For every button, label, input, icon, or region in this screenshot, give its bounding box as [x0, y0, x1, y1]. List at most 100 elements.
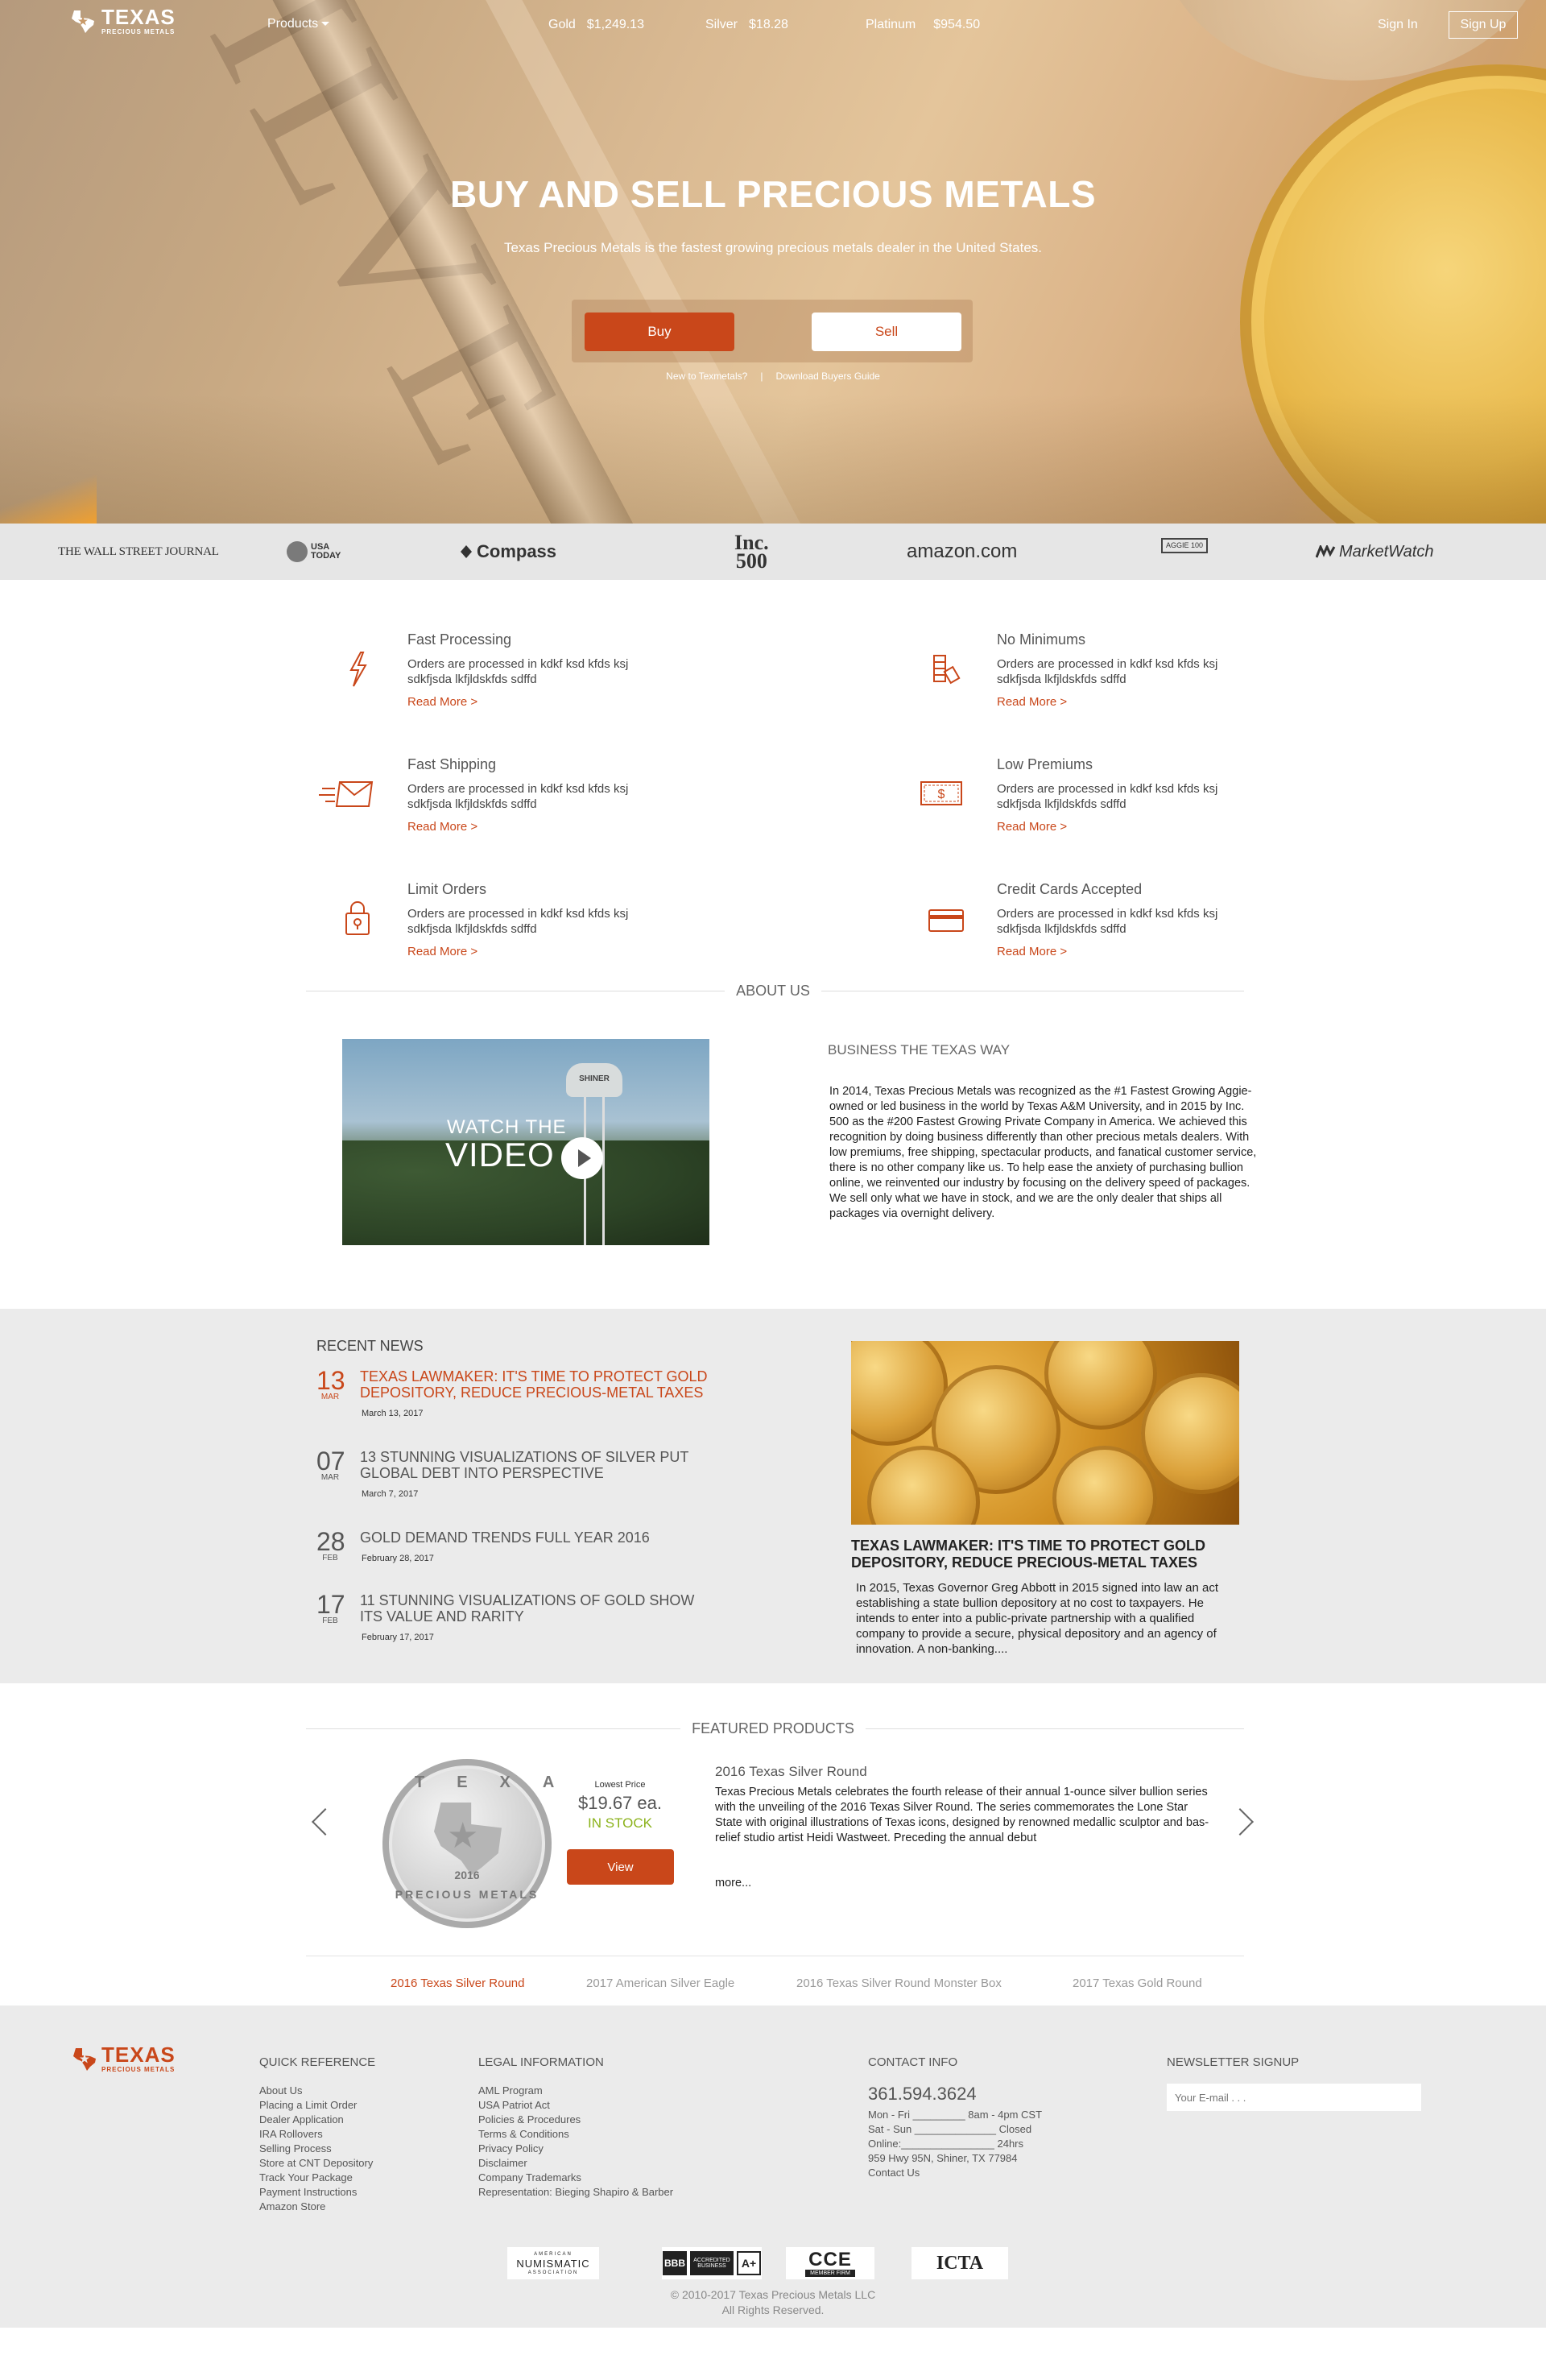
footer-link[interactable]: Terms & Conditions: [478, 2127, 673, 2142]
feature-fast-processing: Fast Processing Orders are processed in …: [349, 631, 730, 710]
section-title: ABOUT US: [725, 983, 821, 999]
news-month: MAR: [320, 1393, 340, 1401]
footer-link[interactable]: Privacy Policy: [478, 2142, 673, 2156]
copyright-line: All Rights Reserved.: [721, 2303, 825, 2316]
feature-read-more-link[interactable]: Read More >: [997, 820, 1067, 834]
feature-text: Orders are processed in kdkf ksd kfds ks…: [997, 907, 1218, 936]
news-featured-image[interactable]: [851, 1341, 1239, 1525]
about-title: BUSINESS THE TEXAS WAY: [828, 1042, 1011, 1058]
footer-link[interactable]: Track Your Package: [259, 2171, 375, 2185]
footer-link[interactable]: Payment Instructions: [259, 2185, 375, 2200]
products-menu-label: Products: [267, 17, 319, 31]
dollar-bill-icon: $: [915, 769, 971, 817]
news-month: FEB: [322, 1616, 338, 1625]
recent-news-section: RECENT NEWS 13 MAR TEXAS LAWMAKER: IT'S …: [0, 1309, 1546, 1683]
ana-badge-main: NUMISMATIC: [516, 2257, 590, 2270]
feature-low-premiums: $ Low Premiums Orders are processed in k…: [920, 756, 1319, 834]
product-tab[interactable]: 2017 Texas Gold Round: [1073, 1976, 1202, 1990]
product-tab[interactable]: 2016 Texas Silver Round: [391, 1976, 525, 1990]
contact-us-link[interactable]: Contact Us: [868, 2166, 1042, 2180]
products-menu[interactable]: Products: [267, 17, 330, 31]
footer-link[interactable]: Disclaimer: [478, 2156, 673, 2171]
feature-read-more-link[interactable]: Read More >: [407, 820, 477, 834]
coin-bottom-text: PRECIOUS METALS: [395, 1888, 539, 1901]
sign-in-link[interactable]: Sign In: [1378, 18, 1418, 32]
cce-badge-sub: MEMBER FIRM: [805, 2269, 855, 2277]
product-price: $19.67 ea.: [578, 1793, 662, 1813]
footer-link[interactable]: Representation: Bieging Shapiro & Barber: [478, 2185, 673, 2200]
product-title: 2016 Texas Silver Round: [715, 1764, 867, 1779]
lowest-price-label: Lowest Price: [594, 1780, 646, 1790]
about-us-heading: ABOUT US: [0, 975, 1546, 1007]
news-title[interactable]: GOLD DEMAND TRENDS FULL YEAR 2016: [360, 1529, 714, 1546]
inc-500-logo: Inc. 500: [734, 524, 769, 580]
footer-link[interactable]: Store at CNT Depository: [259, 2156, 375, 2171]
news-title[interactable]: 11 STUNNING VISUALIZATIONS OF GOLD SHOW …: [360, 1592, 714, 1625]
footer-link[interactable]: About Us: [259, 2084, 375, 2098]
footer-link[interactable]: Placing a Limit Order: [259, 2098, 375, 2113]
feature-text: Orders are processed in kdkf ksd kfds ks…: [407, 782, 629, 811]
news-title[interactable]: 13 STUNNING VISUALIZATIONS OF SILVER PUT…: [360, 1449, 714, 1481]
view-product-button[interactable]: View: [567, 1849, 674, 1885]
feature-read-more-link[interactable]: Read More >: [997, 945, 1067, 958]
footer-link[interactable]: Amazon Store: [259, 2200, 375, 2214]
legal-information-column: LEGAL INFORMATION AML Program USA Patrio…: [478, 2055, 673, 2200]
marketwatch-logo: MarketWatch: [1316, 524, 1433, 580]
coin-top-text: TEXA: [415, 1774, 587, 1791]
carousel-next-icon[interactable]: [1226, 1808, 1254, 1836]
sign-up-button[interactable]: Sign Up: [1449, 11, 1518, 39]
spot-price-platinum: Platinum $954.50: [866, 18, 980, 32]
product-tab[interactable]: 2016 Texas Silver Round Monster Box: [796, 1976, 1002, 1990]
feature-read-more-link[interactable]: Read More >: [407, 695, 477, 709]
compass-icon: [461, 545, 472, 558]
footer-link[interactable]: Company Trademarks: [478, 2171, 673, 2185]
footer-link[interactable]: Dealer Application: [259, 2113, 375, 2127]
hero-corner-glow: [0, 475, 97, 524]
product-more-link[interactable]: more...: [715, 1877, 751, 1890]
carousel-prev-icon[interactable]: [312, 1808, 339, 1836]
footer-link[interactable]: IRA Rollovers: [259, 2127, 375, 2142]
footer-link[interactable]: AML Program: [478, 2084, 673, 2098]
buy-button[interactable]: Buy: [585, 313, 734, 351]
feature-text: Orders are processed in kdkf ksd kfds ks…: [407, 657, 629, 686]
lightning-icon: [333, 644, 382, 693]
news-date: March 13, 2017: [362, 1409, 424, 1418]
product-tab[interactable]: 2017 American Silver Eagle: [586, 1976, 734, 1990]
feature-read-more-link[interactable]: Read More >: [997, 695, 1067, 709]
ana-badge-top: AMERICAN: [534, 2251, 573, 2257]
footer-link[interactable]: Policies & Procedures: [478, 2113, 673, 2127]
download-buyers-guide-link[interactable]: Download Buyers Guide: [775, 370, 879, 382]
about-video[interactable]: SHINER WATCH THE VIDEO: [342, 1039, 709, 1245]
chevron-down-icon: [321, 22, 330, 27]
feature-read-more-link[interactable]: Read More >: [407, 945, 477, 958]
play-icon[interactable]: [561, 1137, 603, 1179]
bbb-icon: BBB: [663, 2251, 687, 2275]
contact-phone[interactable]: 361.594.3624: [868, 2084, 1042, 2105]
news-day: 17: [316, 1590, 345, 1619]
logo-subtitle: PRECIOUS METALS: [101, 2066, 176, 2073]
link-separator: |: [760, 370, 763, 382]
feature-no-minimums: No Minimums Orders are processed in kdkf…: [933, 631, 1319, 710]
news-month: MAR: [320, 1473, 340, 1482]
compass-logo: Compass: [459, 524, 556, 580]
newsletter-email-input[interactable]: [1167, 2084, 1421, 2111]
news-title[interactable]: TEXAS LAWMAKER: IT'S TIME TO PROTECT GOL…: [360, 1368, 714, 1401]
quick-reference-column: QUICK REFERENCE About Us Placing a Limit…: [259, 2055, 375, 2214]
news-day: 28: [316, 1527, 345, 1556]
sell-button[interactable]: Sell: [812, 313, 961, 351]
wall-street-journal-logo: THE WALL STREET JOURNAL: [58, 544, 219, 558]
feature-title: Fast Processing: [407, 631, 512, 648]
usa-today-dot-icon: [287, 541, 308, 562]
contact-info-column: CONTACT INFO 361.594.3624 Mon - Fri ____…: [868, 2055, 1042, 2180]
new-to-texmetals-link[interactable]: New to Texmetals?: [666, 370, 747, 382]
cce-badge: CCE MEMBER FIRM: [786, 2247, 874, 2279]
footer-link[interactable]: USA Patriot Act: [478, 2098, 673, 2113]
news-featured-body: In 2015, Texas Governor Greg Abbott in 2…: [856, 1581, 1219, 1656]
news-featured-title[interactable]: TEXAS LAWMAKER: IT'S TIME TO PROTECT GOL…: [851, 1538, 1238, 1571]
marketwatch-text: MarketWatch: [1339, 542, 1434, 561]
footer-link[interactable]: Selling Process: [259, 2142, 375, 2156]
footer-logo[interactable]: TEXAS PRECIOUS METALS: [71, 2044, 176, 2073]
featured-products-section: FEATURED PRODUCTS TEXA ★ 2016 PRECIOUS M…: [0, 1683, 1546, 2005]
product-coin-image[interactable]: TEXA ★ 2016 PRECIOUS METALS: [382, 1759, 587, 1928]
site-logo[interactable]: TEXAS PRECIOUS METALS: [69, 6, 176, 35]
